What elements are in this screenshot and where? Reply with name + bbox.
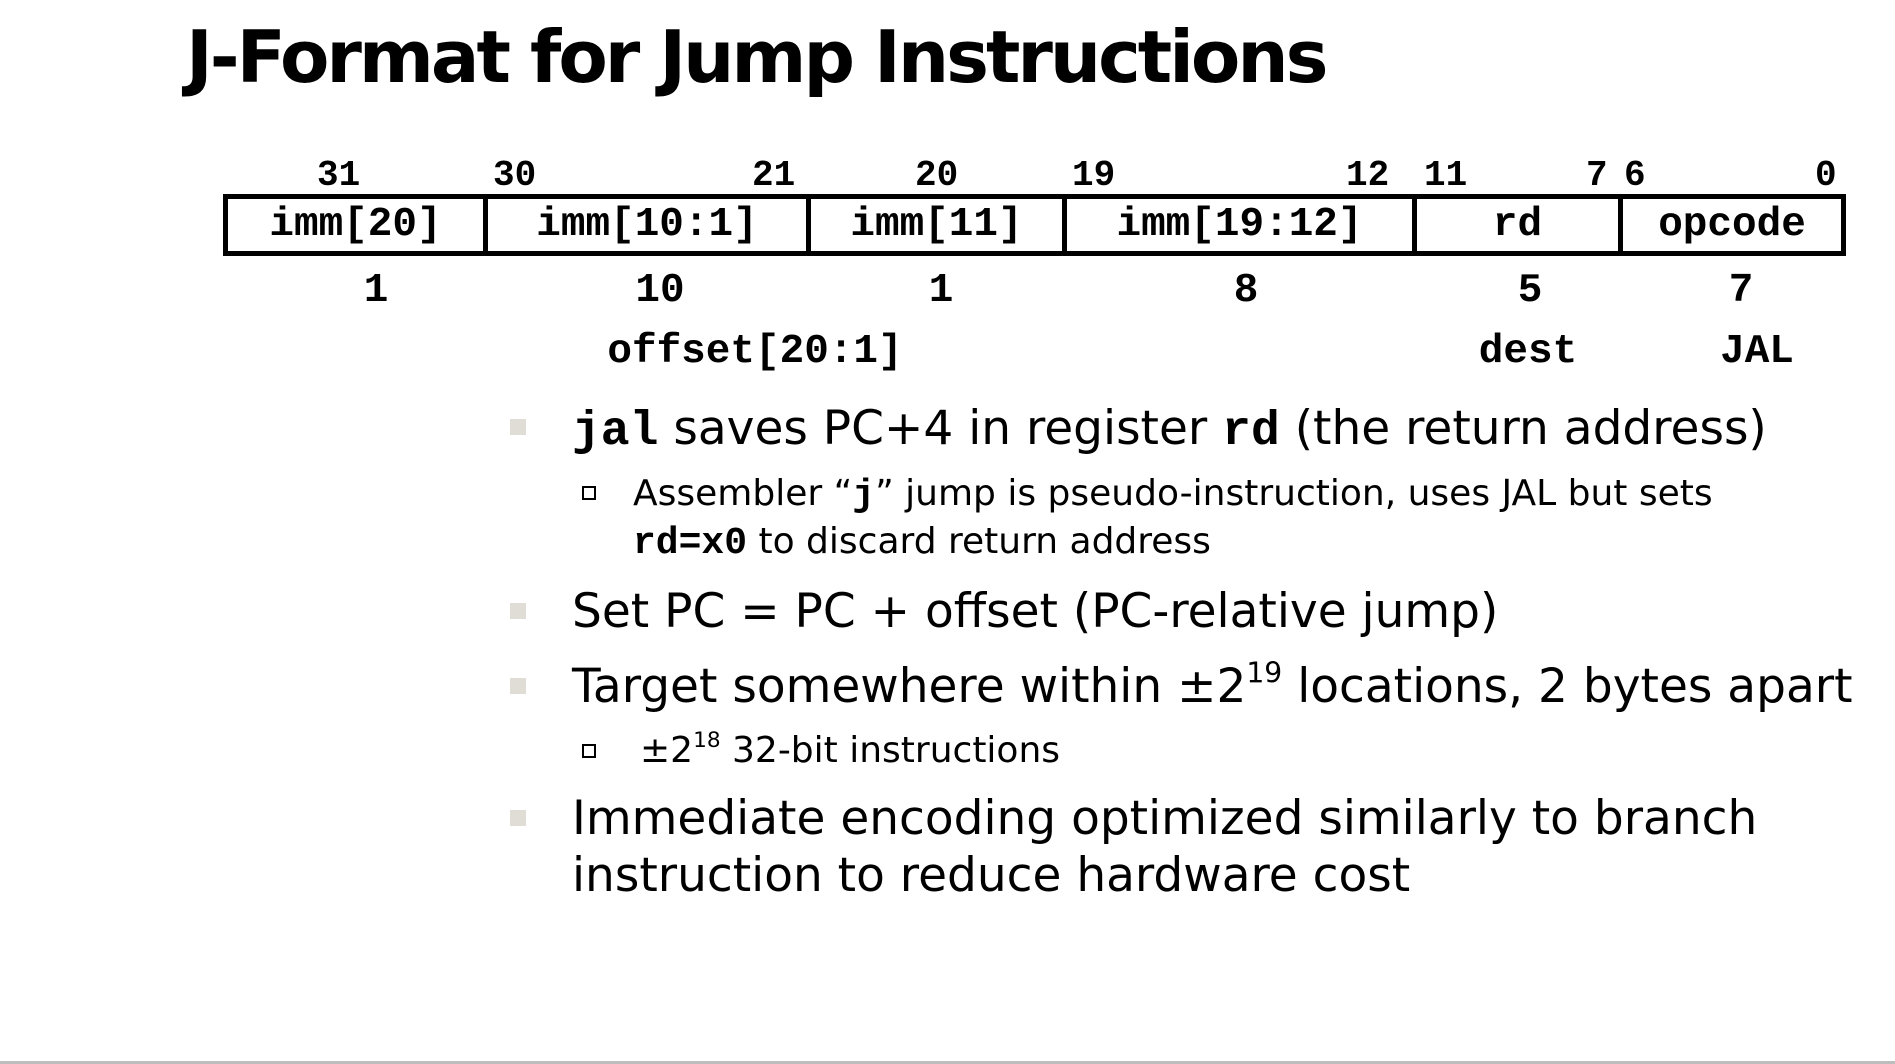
bullet-immediate-encoding-cont: instruction to reduce hardware cost xyxy=(572,848,1411,903)
sub-bullet-j-pseudo-cont: rd=x0 to discard return address xyxy=(633,521,1211,565)
field-imm10-1: imm[10:1] xyxy=(488,199,811,251)
field-imm11: imm[11] xyxy=(811,199,1067,251)
bit-20: 20 xyxy=(915,155,959,196)
width-imm19-12: 8 xyxy=(1233,268,1259,314)
field-imm20: imm[20] xyxy=(228,199,488,251)
bullet-marker xyxy=(510,678,526,694)
bullet-immediate-encoding: Immediate encoding optimized similarly t… xyxy=(572,791,1758,846)
field-imm19-12: imm[19:12] xyxy=(1067,199,1417,251)
sub-bullet-marker xyxy=(582,744,596,758)
bullet-set-pc: Set PC = PC + offset (PC-relative jump) xyxy=(572,584,1499,639)
sub-bullet-marker xyxy=(582,486,596,500)
width-imm20: 1 xyxy=(363,268,389,314)
label-dest: dest xyxy=(1478,329,1578,375)
field-rd: rd xyxy=(1417,199,1623,251)
bit-19: 19 xyxy=(1072,155,1116,196)
label-jal: JAL xyxy=(1720,329,1794,375)
bullet-marker xyxy=(510,419,526,435)
field-opcode: opcode xyxy=(1658,202,1806,248)
bullet-marker xyxy=(510,603,526,619)
bullet-jal: jal saves PC+4 in register rd (the retur… xyxy=(572,401,1767,459)
bit-12: 12 xyxy=(1346,155,1390,196)
bit-30: 30 xyxy=(493,155,537,196)
width-rd: 5 xyxy=(1517,268,1543,314)
width-imm11: 1 xyxy=(928,268,954,314)
label-offset: offset[20:1] xyxy=(607,329,903,375)
width-opcode: 7 xyxy=(1728,268,1754,314)
bit-11: 11 xyxy=(1424,155,1468,196)
bullet-marker xyxy=(510,810,526,826)
slide-title: J-Format for Jump Instructions xyxy=(186,15,1328,99)
bullet-target-range: Target somewhere within ±219 locations, … xyxy=(572,656,1853,714)
bit-7: 7 xyxy=(1586,155,1608,196)
bit-21: 21 xyxy=(752,155,796,196)
width-imm10-1: 10 xyxy=(635,268,685,314)
sub-bullet-instructions: ±218 32-bit instructions xyxy=(640,727,1061,771)
bit-31: 31 xyxy=(317,155,361,196)
sub-bullet-j-pseudo: Assembler “j” jump is pseudo-instruction… xyxy=(633,473,1713,517)
j-format-diagram: imm[20] imm[10:1] imm[11] imm[19:12] rd … xyxy=(223,194,1846,256)
bit-6: 6 xyxy=(1624,155,1646,196)
bit-0: 0 xyxy=(1815,155,1837,196)
